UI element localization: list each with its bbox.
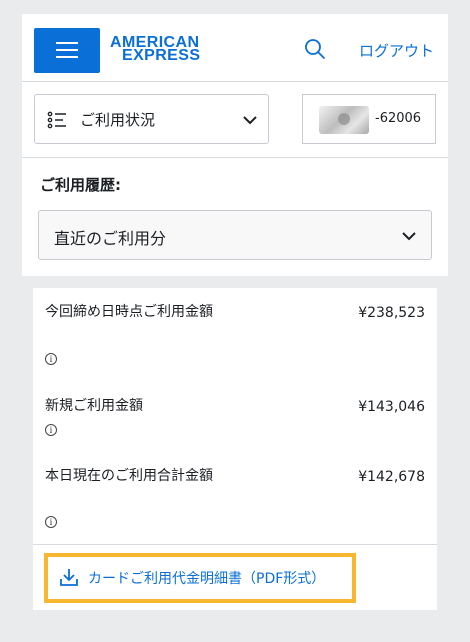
menu-button[interactable]	[34, 28, 100, 73]
hamburger-icon	[56, 42, 78, 44]
summary-row-value: ¥143,046	[358, 399, 425, 415]
info-icon[interactable]: i	[45, 516, 57, 528]
summary-row-label: 新規ご利用金額	[45, 398, 143, 414]
pdf-statement-link[interactable]: カードご利用代金明細書（PDF形式）	[44, 553, 356, 603]
usage-status-dropdown[interactable]: ご利用状況	[34, 94, 269, 144]
divider	[33, 544, 437, 545]
period-selected-label: 直近のご利用分	[54, 229, 167, 248]
account-panel: AMERICAN EXPRESS ログアウト ご利用状況 -62006 ご利用履…	[22, 14, 448, 276]
summary-row-value: ¥142,678	[358, 469, 425, 485]
info-icon[interactable]: i	[45, 424, 57, 436]
card-thumbnail	[319, 106, 369, 134]
header-bar: AMERICAN EXPRESS ログアウト	[22, 14, 448, 82]
card-number: -62006	[375, 111, 422, 126]
period-dropdown[interactable]: 直近のご利用分	[38, 210, 432, 260]
logout-link[interactable]: ログアウト	[359, 40, 434, 61]
pdf-statement-label: カードご利用代金明細書（PDF形式）	[88, 571, 326, 587]
info-icon[interactable]: i	[45, 353, 57, 365]
list-icon	[47, 111, 66, 129]
summary-row-value: ¥238,523	[358, 305, 425, 321]
divider	[22, 157, 448, 158]
chevron-down-icon	[243, 116, 257, 125]
summary-row-label: 今回締め日時点ご利用金額	[45, 304, 213, 320]
usage-status-label: ご利用状況	[80, 111, 156, 129]
summary-row-label: 本日現在のご利用合計金額	[45, 468, 213, 484]
card-selector[interactable]: -62006	[302, 94, 436, 144]
amex-logo[interactable]: AMERICAN EXPRESS	[110, 35, 200, 64]
usage-history-heading: ご利用履歴:	[40, 176, 121, 194]
search-icon[interactable]	[304, 38, 326, 60]
download-icon	[60, 569, 78, 586]
chevron-down-icon	[402, 232, 416, 241]
billing-summary: 今回締め日時点ご利用金額 ¥238,523 i 新規ご利用金額 ¥143,046…	[33, 288, 437, 610]
